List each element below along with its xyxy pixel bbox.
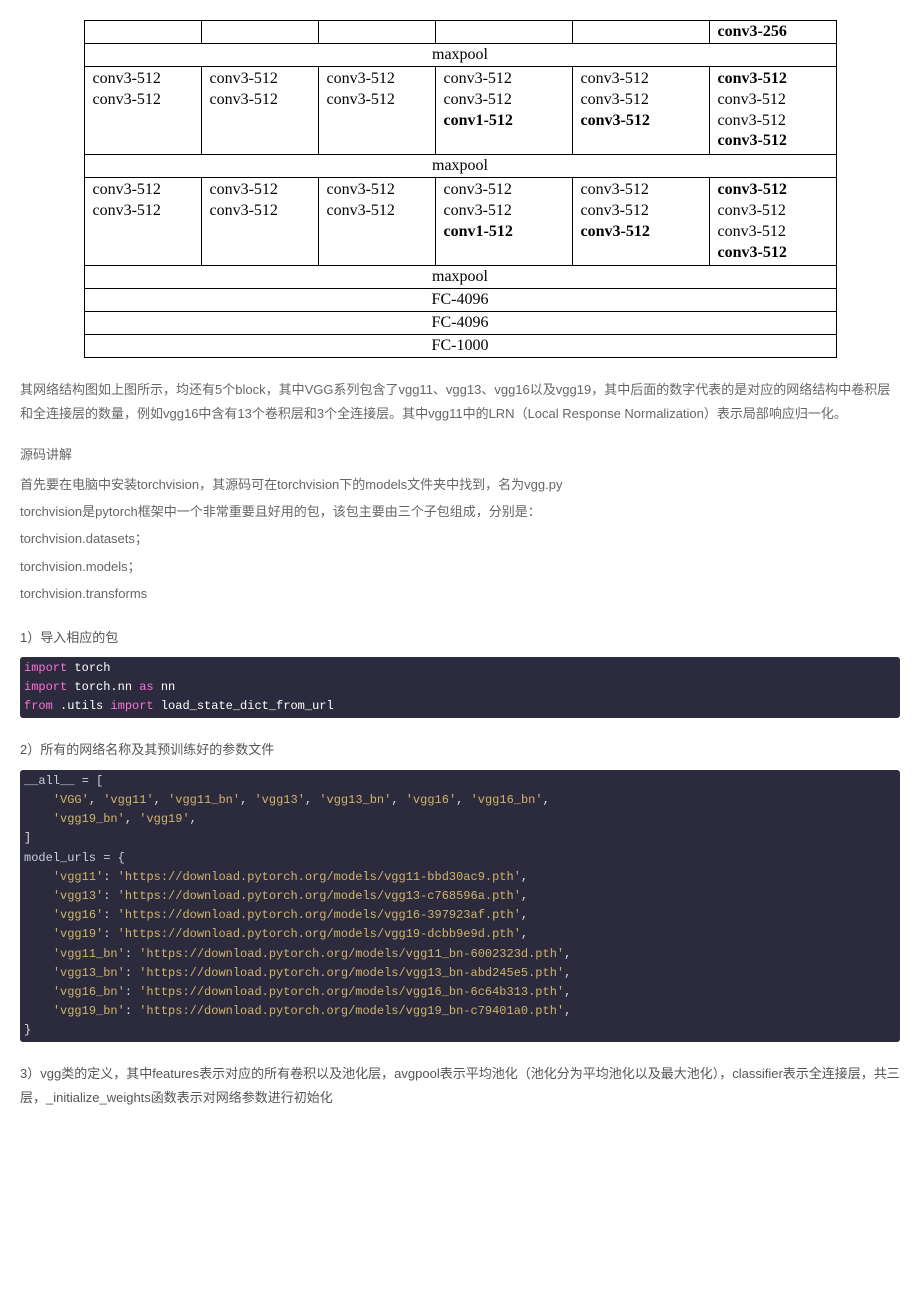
conv-cell: conv3-512conv3-512conv1-512 [435, 67, 572, 155]
conv-cell: conv3-512conv3-512conv1-512 [435, 178, 572, 266]
conv-cell: conv3-512conv3-512conv3-512conv3-512 [709, 67, 836, 155]
conv-cell: conv3-512conv3-512conv3-512conv3-512 [709, 178, 836, 266]
section-heading-source: 源码讲解 [20, 443, 900, 466]
keyword-import: import [110, 699, 153, 713]
keyword-import: import [24, 680, 67, 694]
conv-cell: conv3-512conv3-512 [318, 178, 435, 266]
keyword-import: import [24, 661, 67, 675]
code-block-definitions: __all__ = [ 'VGG', 'vgg11', 'vgg11_bn', … [20, 770, 900, 1043]
conv-cell: conv3-512conv3-512conv3-512 [572, 178, 709, 266]
keyword-from: from [24, 699, 53, 713]
paragraph-models: torchvision.models； [20, 555, 900, 578]
paragraph-torchvision: torchvision是pytorch框架中一个非常重要且好用的包，该包主要由三… [20, 500, 900, 523]
paragraph-install: 首先要在电脑中安装torchvision，其源码可在torchvision下的m… [20, 473, 900, 496]
maxpool-row: maxpool [84, 44, 836, 67]
fc-1000-row: FC-1000 [84, 335, 836, 358]
conv-cell: conv3-512conv3-512 [318, 67, 435, 155]
code-block-imports: import torchimport torch.nn as nnfrom .u… [20, 657, 900, 719]
paragraph-datasets: torchvision.datasets； [20, 527, 900, 550]
conv-cell: conv3-512conv3-512 [201, 178, 318, 266]
keyword-as: as [139, 680, 153, 694]
conv-cell: conv3-512conv3-512 [84, 67, 201, 155]
conv-cell: conv3-512conv3-512 [84, 178, 201, 266]
heading-imports: 1）导入相应的包 [20, 626, 900, 649]
cell-conv3-256: conv3-256 [709, 21, 836, 44]
heading-vgg-class: 3）vgg类的定义，其中features表示对应的所有卷积以及池化层，avgpo… [20, 1062, 900, 1109]
maxpool-row: maxpool [84, 155, 836, 178]
fc-4096-row: FC-4096 [84, 312, 836, 335]
maxpool-row: maxpool [84, 266, 836, 289]
vgg-architecture-table: conv3-256 maxpool conv3-512conv3-512conv… [84, 20, 837, 358]
conv-cell: conv3-512conv3-512 [201, 67, 318, 155]
vgg-table-container: conv3-256 maxpool conv3-512conv3-512conv… [20, 20, 900, 358]
paragraph-intro: 其网络结构图如上图所示，均还有5个block，其中VGG系列包含了vgg11、v… [20, 378, 900, 425]
paragraph-transforms: torchvision.transforms [20, 582, 900, 605]
fc-4096-row: FC-4096 [84, 289, 836, 312]
heading-networks: 2）所有的网络名称及其预训练好的参数文件 [20, 738, 900, 761]
conv-cell: conv3-512conv3-512conv3-512 [572, 67, 709, 155]
